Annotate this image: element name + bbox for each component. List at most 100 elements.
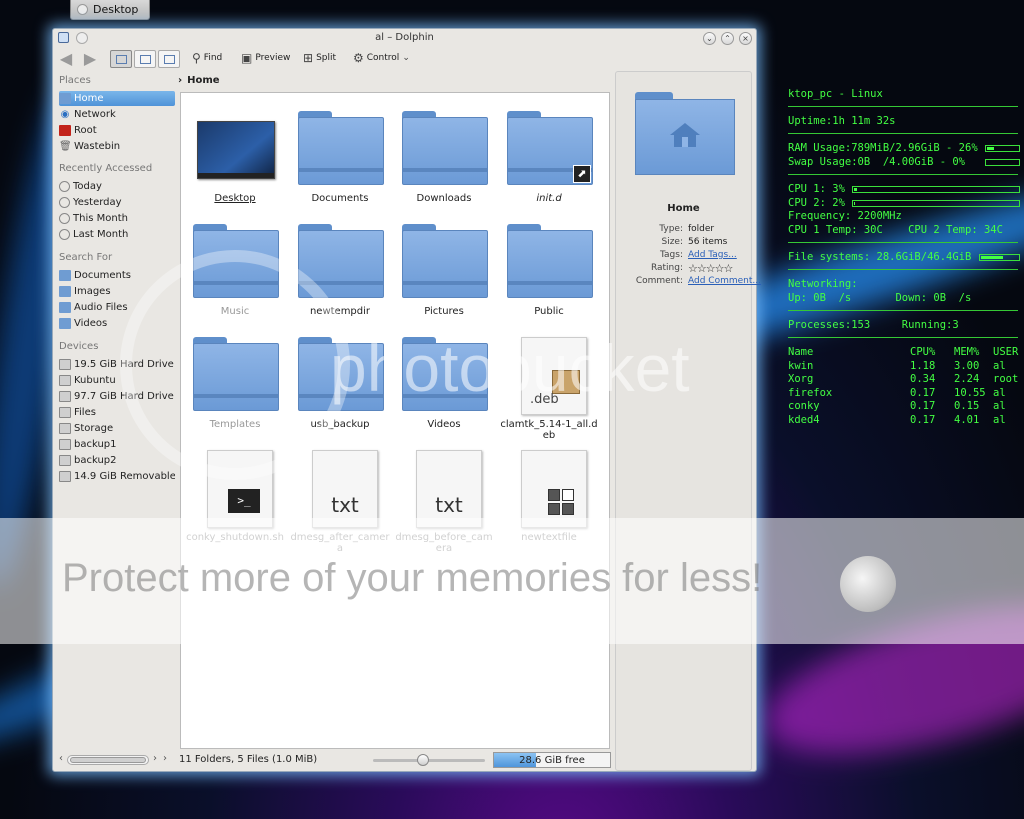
house-icon	[670, 123, 700, 147]
recent-this-month[interactable]: This Month	[59, 211, 175, 226]
documents-icon	[59, 270, 71, 281]
chevron-down-icon: ⌄	[402, 53, 410, 63]
hard-drive-icon	[59, 391, 71, 402]
hard-drive-icon	[59, 455, 71, 466]
process-row: Xorg 0.34 2.24 root	[788, 373, 1022, 387]
calendar-icon	[59, 229, 70, 240]
recent-label: Last Month	[73, 229, 129, 240]
file-name: Videos	[427, 419, 461, 430]
scroll-right-icon[interactable]: ›	[163, 753, 167, 764]
file-item[interactable]: Downloads	[394, 97, 494, 209]
taskbar-desktop-tab[interactable]: Desktop	[70, 0, 150, 20]
device-label: backup1	[74, 439, 117, 450]
process-cell: 4.01	[954, 413, 980, 426]
place-label: Wastebin	[74, 141, 121, 152]
process-cell: 3.00	[954, 359, 980, 372]
conky-temps: CPU 1 Temp: 30C CPU 2 Temp: 34C	[788, 224, 1003, 236]
breadcrumb-arrow-icon[interactable]: ›	[178, 75, 182, 86]
recent-last-month[interactable]: Last Month	[59, 227, 175, 242]
split-label: Split	[316, 53, 337, 63]
info-key: Rating:	[650, 263, 683, 273]
folder-icon: ⬈	[507, 111, 593, 185]
search-label: Images	[74, 286, 111, 297]
minimize-button[interactable]: ⌄	[703, 32, 716, 45]
gear-icon: ⚙	[353, 51, 364, 65]
taskbar-tab-label: Desktop	[93, 3, 139, 16]
close-button[interactable]: ×	[739, 32, 752, 45]
swap-bar	[985, 159, 1020, 166]
scroll-right-icon[interactable]: ›	[153, 753, 157, 764]
compact-view-button[interactable]	[134, 50, 156, 68]
file-item[interactable]: Pictures	[394, 210, 494, 322]
conky-host: ktop_pc - Linux	[788, 88, 883, 100]
forward-arrow-icon[interactable]: ▶	[81, 51, 99, 67]
cpu2-bar-fill	[854, 202, 856, 205]
status-bar: 11 Folders, 5 Files (1.0 MiB) 28.6 GiB f…	[177, 751, 612, 769]
info-value: 56 items	[688, 237, 728, 247]
places-scrollbar[interactable]	[67, 755, 149, 765]
details-view-button[interactable]	[158, 50, 180, 68]
place-network[interactable]: ◉ Network	[59, 107, 175, 122]
file-item[interactable]: Documents	[290, 97, 390, 209]
desktop-thumbnail-icon	[197, 121, 275, 179]
text-file-icon: txt	[312, 450, 378, 528]
preview-icon: ▣	[241, 51, 253, 65]
file-item[interactable]: ⬈ init.d	[499, 97, 599, 209]
info-key: Comment:	[635, 276, 683, 286]
breadcrumb-home[interactable]: Home	[187, 75, 219, 86]
cpu2-bar	[852, 200, 1020, 207]
home-folder-preview	[635, 92, 735, 176]
icons-view-button[interactable]	[110, 50, 132, 68]
preview-button[interactable]: ▣ Preview	[241, 52, 290, 64]
control-button[interactable]: ⚙ Control ⌄	[353, 52, 410, 64]
conky-divider	[788, 106, 1018, 107]
add-comment-link[interactable]: Add Comment...	[688, 276, 761, 287]
zoom-slider[interactable]	[373, 759, 485, 762]
free-space-bar: 28.6 GiB free	[493, 752, 611, 768]
hard-drive-icon	[59, 439, 71, 450]
device-item[interactable]: backup2	[59, 453, 175, 468]
title-bar[interactable]: al – Dolphin ⌄ ⌃ ×	[53, 29, 756, 47]
moon-icon	[840, 556, 896, 612]
device-label: Kubuntu	[74, 375, 116, 386]
process-row: conky 0.17 0.15 al	[788, 400, 1022, 414]
recent-today[interactable]: Today	[59, 179, 175, 194]
hard-drive-icon	[59, 407, 71, 418]
ram-bar-fill	[987, 147, 994, 150]
rating-stars[interactable]: ☆☆☆☆☆	[688, 263, 733, 274]
process-cell: 0.17	[910, 386, 936, 399]
preview-label: Preview	[255, 53, 291, 63]
home-folder-icon	[59, 93, 71, 104]
zoom-slider-handle[interactable]	[417, 754, 429, 766]
process-cell: 0.17	[910, 413, 936, 426]
scroll-thumb[interactable]	[70, 757, 146, 763]
info-name: Home	[667, 203, 700, 214]
audio-icon	[59, 302, 71, 313]
process-row: firefox 0.17 10.55 al	[788, 387, 1022, 401]
conky-net: Up: 0B /s Down: 0B /s	[788, 292, 972, 304]
breadcrumb: › Home	[178, 73, 220, 87]
control-label: Control	[366, 53, 400, 63]
file-item[interactable]: Public	[499, 210, 599, 322]
split-button[interactable]: ⊞ Split	[303, 52, 336, 64]
place-wastebin[interactable]: 🗑 Wastebin	[59, 139, 175, 154]
process-cell: 2.24	[954, 373, 980, 386]
free-space-label: 28.6 GiB free	[519, 755, 585, 766]
device-item[interactable]: 14.9 GiB Removable M	[59, 469, 175, 484]
find-label: Find	[203, 53, 223, 63]
place-root[interactable]: Root	[59, 123, 175, 138]
scroll-left-icon[interactable]: ‹	[59, 753, 63, 764]
process-row: kwin 1.18 3.00 al	[788, 360, 1022, 374]
add-tags-link[interactable]: Add Tags...	[688, 250, 737, 261]
place-home[interactable]: Home	[59, 91, 175, 106]
recent-yesterday[interactable]: Yesterday	[59, 195, 175, 210]
back-arrow-icon[interactable]: ◀	[57, 51, 75, 67]
device-label: 14.9 GiB Removable M	[74, 471, 175, 482]
file-item[interactable]: Desktop	[185, 97, 285, 209]
find-button[interactable]: ⚲ Find	[192, 52, 222, 64]
maximize-button[interactable]: ⌃	[721, 32, 734, 45]
process-cell: 10.55	[954, 386, 986, 399]
process-cell: root	[993, 373, 1019, 386]
conky-cpu2: CPU 2: 2%	[788, 197, 845, 209]
process-table: Name CPU% MEM% USER kwin 1.18 3.00 al Xorg 0.34 2.…	[788, 346, 1022, 428]
